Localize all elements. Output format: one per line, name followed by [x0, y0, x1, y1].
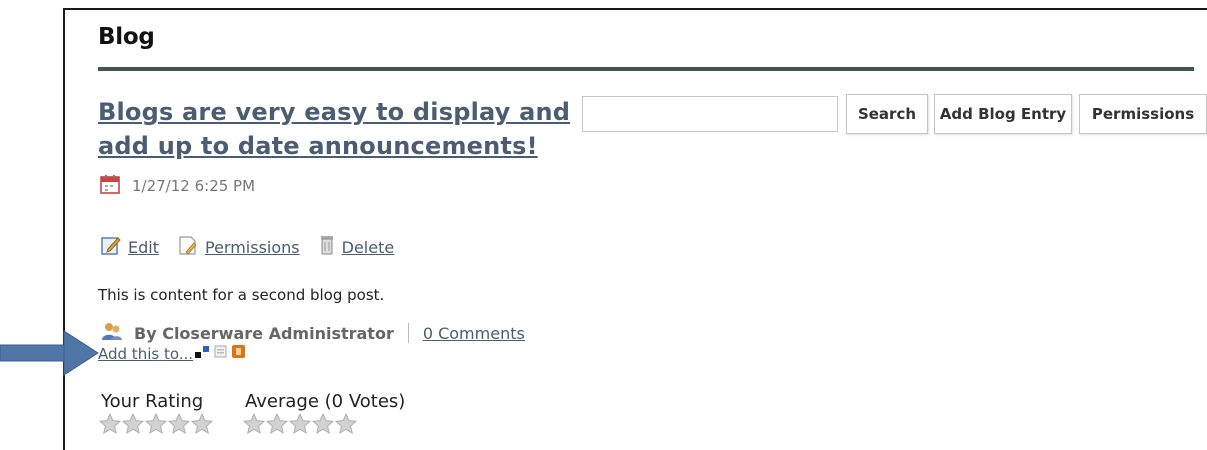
add-blog-entry-button[interactable]: Add Blog Entry	[934, 94, 1072, 134]
average-rating-label: Average (0 Votes)	[245, 391, 406, 412]
star-icon	[289, 413, 311, 435]
comments-link[interactable]: 0 Comments	[423, 324, 525, 343]
permissions-link[interactable]: Permissions	[205, 238, 300, 257]
post-date-row: 1/27/12 6:25 PM	[100, 174, 255, 198]
average-rating-stars	[243, 413, 357, 435]
star-icon[interactable]	[191, 413, 213, 435]
edit-icon	[100, 234, 122, 260]
post-actions: Edit Permissions Delete	[100, 234, 412, 260]
post-author: By Closerware Administrator	[134, 323, 394, 343]
feed-icon[interactable]	[231, 345, 247, 363]
add-this-row: Add this to...	[98, 345, 247, 363]
users-icon	[100, 321, 124, 345]
share-icon[interactable]	[195, 345, 211, 363]
star-icon	[312, 413, 334, 435]
star-icon[interactable]	[145, 413, 167, 435]
search-button[interactable]: Search	[846, 94, 928, 134]
edit-link[interactable]: Edit	[128, 238, 159, 257]
star-icon	[243, 413, 265, 435]
permissions-icon	[177, 234, 199, 260]
post-content: This is content for a second blog post.	[98, 286, 385, 304]
star-icon[interactable]	[122, 413, 144, 435]
content-frame	[63, 8, 1207, 450]
post-date: 1/27/12 6:25 PM	[132, 177, 256, 195]
star-icon	[335, 413, 357, 435]
bookmark-icon[interactable]	[213, 345, 229, 363]
post-byline: By Closerware Administrator 0 Comments	[100, 321, 525, 345]
delete-action[interactable]: Delete	[318, 234, 395, 260]
search-input[interactable]	[582, 96, 838, 132]
star-icon	[266, 413, 288, 435]
byline-separator	[407, 323, 409, 343]
add-this-link[interactable]: Add this to...	[98, 345, 193, 363]
permissions-action[interactable]: Permissions	[177, 234, 300, 260]
arrow-right-icon	[0, 329, 100, 381]
title-divider	[98, 67, 1194, 71]
trash-icon	[318, 234, 336, 260]
edit-action[interactable]: Edit	[100, 234, 159, 260]
post-title-link[interactable]: Blogs are very easy to display and add u…	[98, 95, 578, 163]
star-icon[interactable]	[99, 413, 121, 435]
your-rating-stars[interactable]	[99, 413, 213, 435]
calendar-icon	[100, 174, 120, 198]
your-rating-label: Your Rating	[101, 391, 204, 412]
page-title: Blog	[98, 24, 155, 50]
permissions-button[interactable]: Permissions	[1079, 94, 1207, 134]
star-icon[interactable]	[168, 413, 190, 435]
delete-link[interactable]: Delete	[342, 238, 395, 257]
